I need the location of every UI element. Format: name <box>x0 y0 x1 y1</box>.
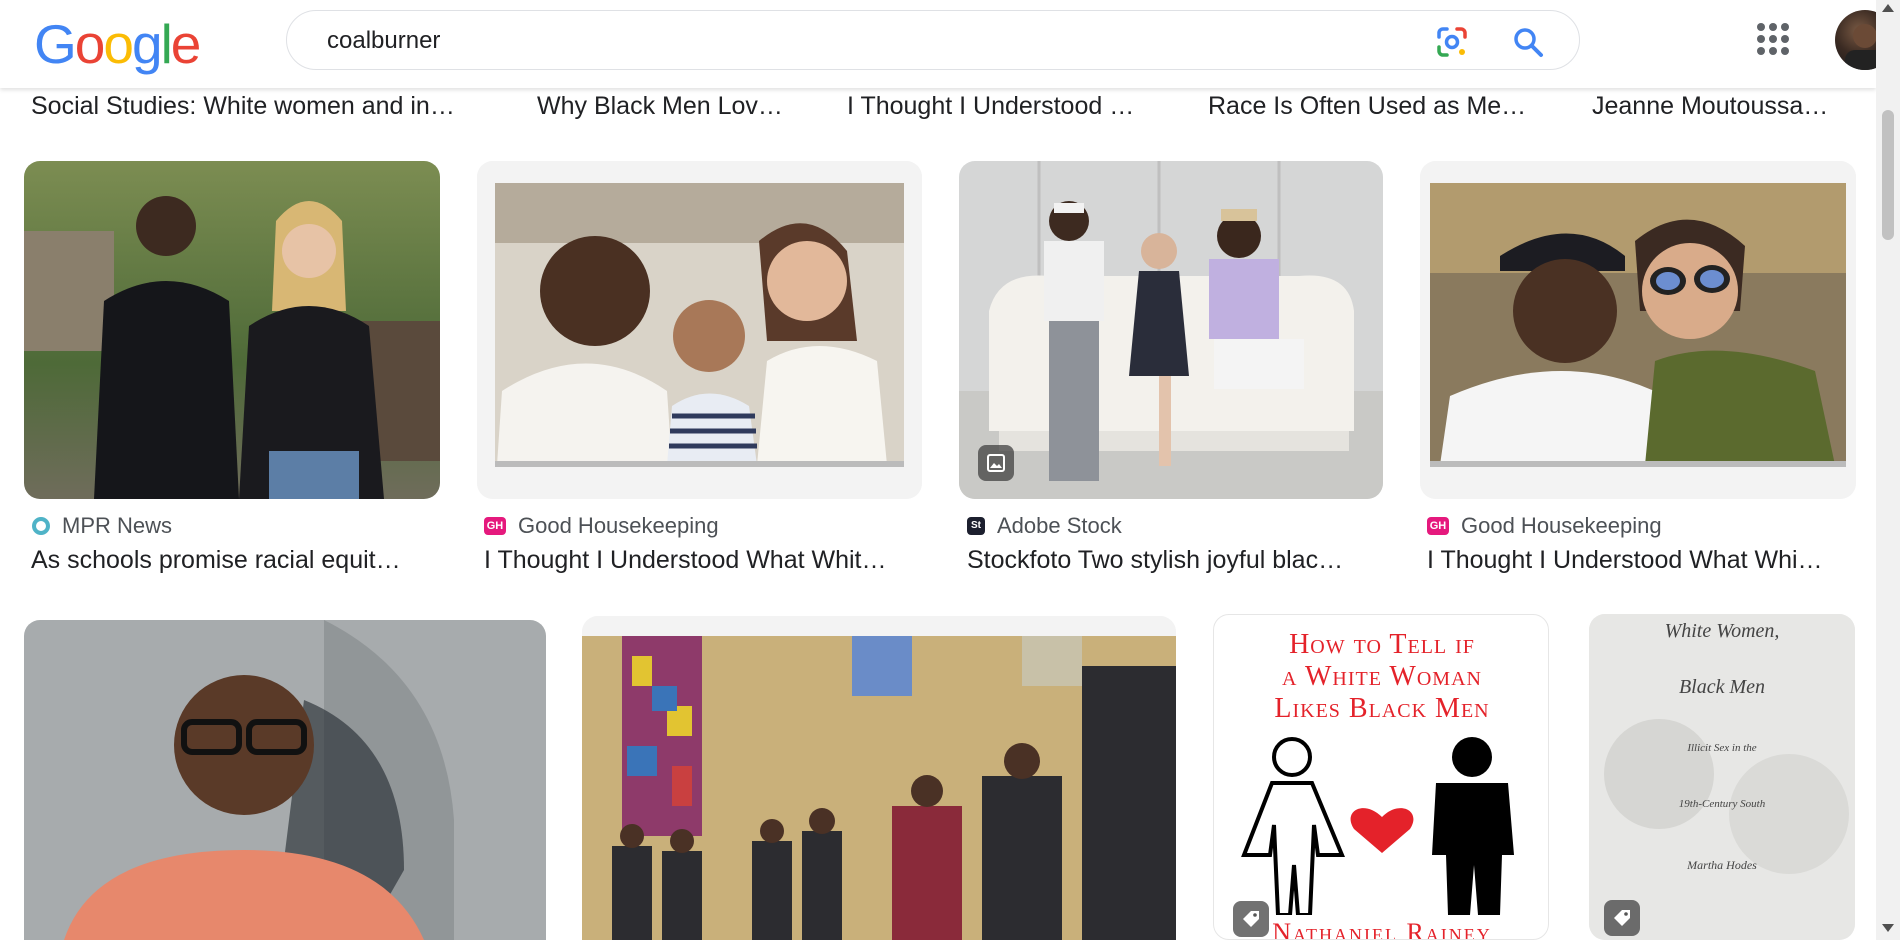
source-name: MPR News <box>62 513 173 538</box>
site-favicon-icon: St <box>967 517 985 535</box>
scrollbar-thumb[interactable] <box>1882 110 1894 240</box>
logo-letter: e <box>170 13 202 75</box>
result-source[interactable]: GH Good Housekeeping <box>484 513 719 539</box>
source-name: Good Housekeeping <box>1461 513 1662 538</box>
result-image[interactable]: How to Tell if a White Woman Likes Black… <box>1213 614 1549 940</box>
logo-letter: l <box>160 13 173 75</box>
image-result-card[interactable]: How to Tell if a White Woman Likes Black… <box>1213 614 1549 940</box>
book2-title-line2: Black Men <box>1678 676 1766 698</box>
book-title: How to Tell if a White Woman Likes Black… <box>1214 629 1548 725</box>
search-icon[interactable] <box>1511 25 1545 59</box>
top-bar: Google <box>0 0 1895 88</box>
image-result-card[interactable]: St Adobe Stock Stockfoto Two stylish joy… <box>959 161 1383 581</box>
result-image[interactable] <box>24 161 440 499</box>
product-tag-icon <box>1604 900 1640 936</box>
result-image[interactable] <box>477 161 922 499</box>
image-result-card[interactable] <box>582 616 1176 940</box>
google-lens-icon[interactable] <box>1435 25 1469 59</box>
result-source[interactable]: St Adobe Stock <box>967 513 1122 539</box>
result-source[interactable]: MPR News <box>32 513 172 539</box>
book-illustration <box>1241 737 1514 915</box>
apps-grid-icon[interactable] <box>1756 22 1790 56</box>
result-source[interactable]: GH Good Housekeeping <box>1427 513 1662 539</box>
source-name: Adobe Stock <box>997 513 1122 538</box>
result-title[interactable]: Why Black Men Lov… <box>537 92 783 121</box>
result-title[interactable]: I Thought I Understood What Whit… <box>484 546 887 575</box>
image-result-card[interactable]: MPR News As schools promise racial equit… <box>24 161 440 581</box>
logo-letter: G <box>34 13 77 75</box>
scroll-down-arrow-icon[interactable] <box>1882 924 1894 932</box>
scroll-up-arrow-icon[interactable] <box>1882 4 1894 12</box>
result-image[interactable] <box>959 161 1383 499</box>
site-favicon-icon: GH <box>1427 517 1449 535</box>
result-title[interactable]: As schools promise racial equit… <box>31 546 401 575</box>
source-name: Good Housekeeping <box>518 513 719 538</box>
search-input[interactable] <box>325 25 1369 57</box>
result-title[interactable]: I Thought I Understood What Whi… <box>1427 546 1823 575</box>
site-favicon-icon: GH <box>484 517 506 535</box>
book2-title-line1: White Women, <box>1664 620 1780 642</box>
book-title-line: How to Tell if <box>1289 629 1475 660</box>
book-title-line: Likes Black Men <box>1274 693 1490 724</box>
logo-letter: g <box>131 13 163 75</box>
logo-letter: o <box>74 13 106 75</box>
image-badge-icon <box>978 445 1014 481</box>
result-image[interactable] <box>1420 161 1856 499</box>
image-result-card[interactable] <box>24 620 546 940</box>
book2-subtitle-line: Illicit Sex in the <box>1687 742 1757 754</box>
book2-author: Martha Hodes <box>1687 858 1757 872</box>
book2-subtitle-line: 19th-Century South <box>1678 798 1766 810</box>
page-scrollbar[interactable] <box>1876 0 1900 940</box>
result-title[interactable]: Stockfoto Two stylish joyful blac… <box>967 546 1343 575</box>
product-tag-icon <box>1233 901 1269 937</box>
previous-row-captions: Social Studies: White women and in… Why … <box>0 92 1876 124</box>
image-result-card[interactable]: GH Good Housekeeping I Thought I Underst… <box>1420 161 1856 581</box>
result-title[interactable]: Social Studies: White women and in… <box>31 92 455 121</box>
result-title[interactable]: Race Is Often Used as Me… <box>1208 92 1526 121</box>
google-logo[interactable]: Google <box>34 12 202 76</box>
image-result-card[interactable]: GH Good Housekeeping I Thought I Underst… <box>477 161 922 581</box>
book-title-line: a White Woman <box>1282 661 1482 692</box>
result-image[interactable]: White Women, Black Men Illicit Sex in th… <box>1589 614 1855 940</box>
site-favicon-icon <box>32 517 50 535</box>
search-box[interactable] <box>286 10 1580 70</box>
result-image[interactable] <box>24 620 546 940</box>
image-result-card[interactable]: White Women, Black Men Illicit Sex in th… <box>1589 614 1855 940</box>
result-title[interactable]: I Thought I Understood … <box>847 92 1134 121</box>
result-image[interactable] <box>582 616 1176 940</box>
result-title[interactable]: Jeanne Moutoussa… <box>1592 92 1828 121</box>
logo-letter: o <box>103 13 134 75</box>
